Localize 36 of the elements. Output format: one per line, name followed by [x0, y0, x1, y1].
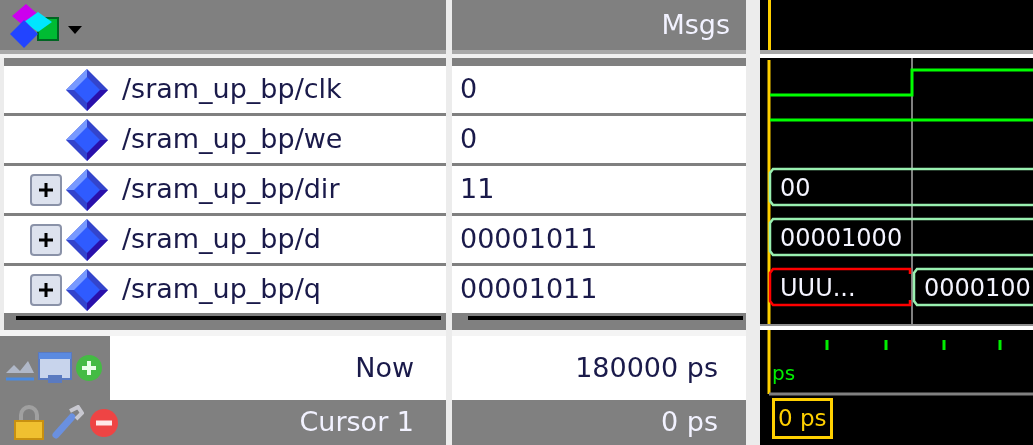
signal-icon	[64, 216, 110, 263]
expand-icon[interactable]	[30, 223, 64, 256]
cursor-marker[interactable]: 0 ps	[772, 398, 833, 439]
wave-objects-icon[interactable]	[8, 2, 60, 48]
signal-value: 11	[460, 172, 495, 207]
bus-value: 00	[780, 174, 811, 202]
wrench-icon[interactable]	[50, 404, 84, 441]
signal-name[interactable]: /sram_up_bp/clk	[122, 69, 342, 110]
signal-value: 00001011	[460, 222, 598, 257]
signal-value: 0	[460, 72, 478, 107]
signal-value: 00001011	[460, 272, 598, 307]
lock-icon[interactable]	[12, 404, 46, 441]
expand-icon[interactable]	[30, 173, 64, 206]
caret-icon[interactable]	[68, 26, 82, 36]
signal-icon	[64, 166, 110, 213]
signal-icon	[64, 266, 110, 313]
cursor-time: 0 ps	[661, 405, 718, 440]
expand-icon[interactable]	[30, 273, 64, 306]
window-icon[interactable]	[38, 351, 72, 385]
bus-value: 0000100	[924, 274, 1031, 302]
signal-icon	[64, 66, 110, 113]
signal-icon	[64, 116, 110, 163]
now-label: Now	[355, 350, 414, 385]
signal-name[interactable]: /sram_up_bp/d	[122, 219, 321, 260]
timeline-label: ps	[772, 363, 796, 383]
column-header: Msgs	[661, 7, 730, 42]
signal-name[interactable]: /sram_up_bp/q	[122, 269, 321, 310]
signal-name[interactable]: /sram_up_bp/we	[122, 119, 343, 160]
cursor-label: Cursor 1	[299, 405, 415, 440]
now-time: 180000 ps	[575, 350, 718, 385]
bus-value: UUU...	[780, 274, 856, 302]
remove-icon[interactable]	[88, 406, 120, 439]
signal-name[interactable]: /sram_up_bp/dir	[122, 169, 340, 210]
bus-value: 00001000	[780, 224, 903, 252]
add-icon[interactable]	[74, 353, 104, 383]
signal-value: 0	[460, 122, 478, 157]
